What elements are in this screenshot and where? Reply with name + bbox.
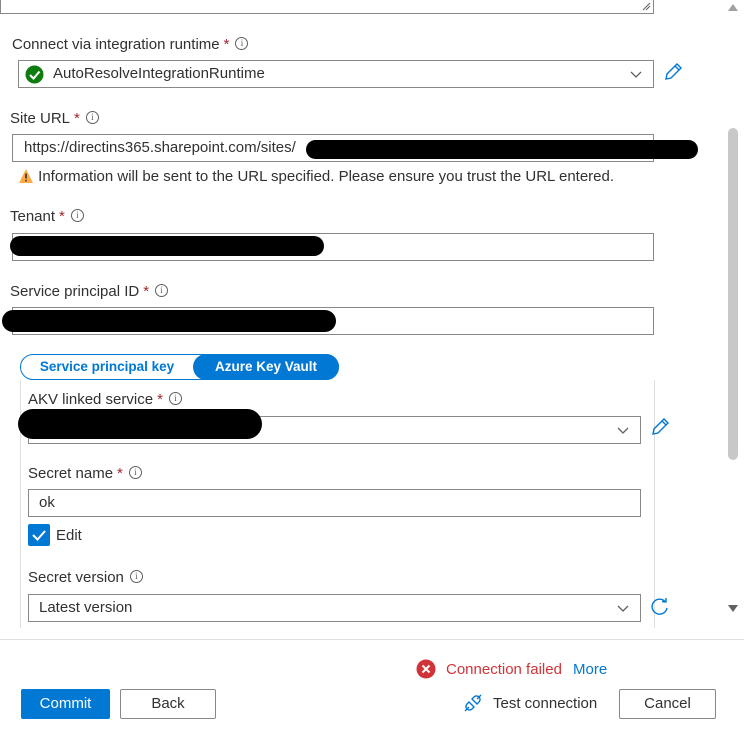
edit-akv-pencil-icon[interactable]: [649, 416, 671, 438]
secret-version-dropdown[interactable]: Latest version: [28, 594, 641, 622]
warning-icon: [19, 169, 33, 183]
service-principal-id-label: Service principal ID * i: [10, 283, 169, 300]
plug-icon: [464, 694, 482, 712]
info-icon[interactable]: i: [70, 209, 84, 222]
redaction-mark: [306, 140, 698, 159]
chevron-down-icon: [630, 71, 642, 78]
secret-name-input[interactable]: ok: [28, 489, 641, 517]
checkmark-icon: [32, 530, 46, 541]
status-text: Connection failed: [446, 661, 562, 678]
redaction-mark: [2, 310, 336, 332]
chevron-down-icon: [617, 605, 629, 612]
resize-handle-icon[interactable]: [641, 1, 651, 11]
chevron-down-icon: [617, 427, 629, 434]
redaction-mark: [18, 409, 262, 439]
akv-linked-service-label: AKV linked service * i: [28, 391, 182, 408]
runtime-value: AutoResolveIntegrationRuntime: [53, 65, 265, 82]
redaction-mark: [10, 236, 324, 256]
scroll-up-icon[interactable]: [727, 2, 739, 12]
info-icon[interactable]: i: [129, 570, 143, 583]
secret-name-label: Secret name * i: [28, 465, 142, 482]
info-icon[interactable]: i: [155, 284, 169, 297]
footer-divider: [0, 639, 744, 640]
description-textarea[interactable]: [0, 0, 654, 14]
cancel-button[interactable]: Cancel: [619, 689, 716, 719]
edit-label: Edit: [56, 527, 82, 544]
tab-azure-key-vault[interactable]: Azure Key Vault: [193, 354, 339, 380]
scroll-down-icon[interactable]: [727, 604, 739, 614]
edit-runtime-pencil-icon[interactable]: [662, 61, 684, 83]
site-url-label: Site URL * i: [10, 110, 99, 127]
tenant-label: Tenant * i: [10, 208, 84, 225]
info-icon[interactable]: i: [168, 392, 182, 405]
more-link[interactable]: More: [573, 661, 607, 678]
secret-version-label: Secret version i: [28, 569, 143, 586]
success-check-icon: [25, 65, 44, 84]
tab-service-principal-key[interactable]: Service principal key: [21, 355, 193, 379]
runtime-dropdown[interactable]: AutoResolveIntegrationRuntime: [18, 60, 654, 88]
auth-method-toggle: Service principal key Azure Key Vault: [20, 354, 339, 380]
url-warning: Information will be sent to the URL spec…: [18, 168, 614, 185]
connect-runtime-label: Connect via integration runtime * i: [12, 36, 249, 53]
back-button[interactable]: Back: [120, 689, 216, 719]
scrollbar-thumb[interactable]: [728, 128, 738, 460]
commit-button[interactable]: Commit: [21, 689, 110, 719]
info-icon[interactable]: i: [85, 111, 99, 124]
refresh-icon[interactable]: [650, 597, 670, 617]
edit-checkbox[interactable]: [28, 524, 50, 546]
info-icon[interactable]: i: [235, 37, 249, 50]
info-icon[interactable]: i: [128, 466, 142, 479]
error-icon: [416, 659, 436, 679]
